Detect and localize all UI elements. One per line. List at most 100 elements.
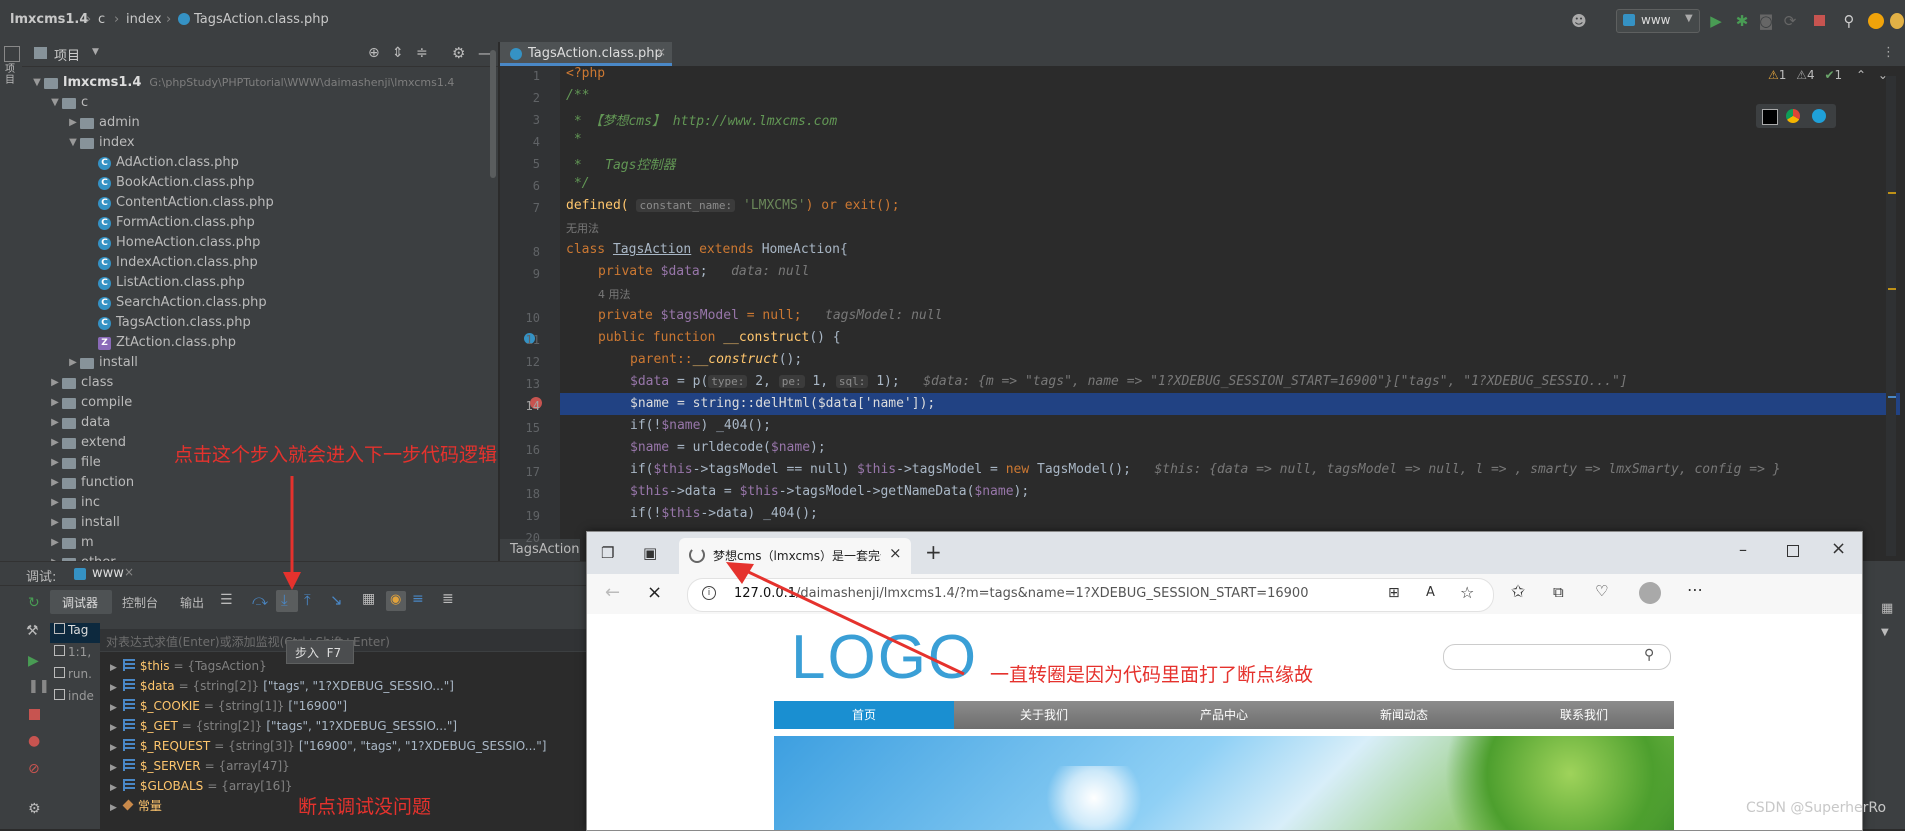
chevron-right-icon[interactable]: ▶ bbox=[110, 723, 117, 733]
variable-row[interactable]: ▶ $_SERVER = {array[47]} bbox=[110, 756, 294, 776]
chevron-right-icon[interactable]: ▶ bbox=[110, 683, 117, 693]
line-number[interactable]: 16 bbox=[500, 443, 540, 457]
line-number[interactable]: 20 bbox=[500, 531, 540, 545]
close-icon[interactable]: × bbox=[124, 565, 134, 579]
step-over-icon[interactable]: ⤼ bbox=[252, 591, 268, 609]
step-out-icon[interactable]: ⤒ bbox=[304, 591, 311, 609]
site-nav-item[interactable]: 联系我们 bbox=[1494, 701, 1674, 729]
coverage-icon[interactable]: ◙ bbox=[1755, 10, 1777, 32]
project-tool-icon[interactable] bbox=[4, 46, 20, 62]
site-nav-item[interactable]: 首页 bbox=[774, 701, 954, 729]
tree-item[interactable]: C TagsAction.class.php bbox=[84, 313, 251, 333]
variable-row[interactable]: ▶ $GLOBALS = {array[16]} bbox=[110, 776, 297, 796]
line-number[interactable]: 7 bbox=[500, 201, 540, 215]
avatar[interactable] bbox=[1639, 582, 1661, 604]
line-number[interactable]: 1 bbox=[500, 69, 540, 83]
debug-session-tab[interactable]: www bbox=[92, 566, 124, 581]
tree-item[interactable]: C ListAction.class.php bbox=[84, 273, 245, 293]
evaluate-icon[interactable]: ▦ bbox=[362, 591, 375, 607]
gear-icon[interactable]: ⚙ bbox=[452, 44, 465, 62]
close-icon[interactable]: × bbox=[656, 45, 666, 59]
tree-item[interactable]: Z ZtAction.class.php bbox=[84, 333, 236, 353]
tree-item[interactable]: ▶ function bbox=[48, 473, 134, 493]
read-aloud-icon[interactable]: A bbox=[1426, 585, 1435, 600]
tree-item[interactable]: ▶ install bbox=[66, 353, 138, 373]
usage-hint[interactable]: 无用法 bbox=[566, 220, 599, 236]
workspaces-icon[interactable]: ❐ bbox=[601, 544, 614, 562]
run-to-cursor-icon[interactable]: ↘ bbox=[330, 591, 343, 609]
variable-row[interactable]: ▶ $_GET = {string[2]} ["tags", "1?XDEBUG_SE… bbox=[110, 716, 457, 736]
wrench-icon[interactable]: ⚒ bbox=[26, 623, 39, 639]
layout-icon[interactable]: ▦ bbox=[1881, 601, 1893, 616]
inspection-widget[interactable]: ⚠1 ⚠4 ✔1 ⌃ ⌄ bbox=[1768, 68, 1888, 82]
tree-item[interactable]: C SearchAction.class.php bbox=[84, 293, 267, 313]
tab-actions-icon[interactable]: ▣ bbox=[643, 544, 657, 562]
favorites-icon[interactable]: ✩ bbox=[1511, 582, 1525, 602]
edge-icon[interactable] bbox=[1812, 109, 1826, 123]
chevron-right-icon[interactable]: ▶ bbox=[110, 783, 117, 793]
list-icon[interactable]: ≡ bbox=[412, 591, 424, 607]
rerun-icon[interactable]: ↻ bbox=[28, 595, 40, 611]
variable-row[interactable]: ▶ $_REQUEST = {string[3]} ["16900", "tags",… bbox=[110, 736, 546, 756]
chrome-icon[interactable] bbox=[1786, 109, 1800, 123]
line-number[interactable]: 19 bbox=[500, 509, 540, 523]
line-number[interactable]: 18 bbox=[500, 487, 540, 501]
search-icon[interactable]: ⚲ bbox=[1644, 647, 1654, 663]
phpstorm-icon[interactable] bbox=[1762, 109, 1778, 125]
menu-icon[interactable]: ☰ bbox=[220, 592, 233, 608]
resume-icon[interactable]: ▶ bbox=[28, 653, 39, 669]
site-search-input[interactable]: ⚲ bbox=[1443, 644, 1671, 670]
breadcrumb-index[interactable]: index bbox=[126, 12, 162, 27]
watch-toggle[interactable]: ◉ bbox=[386, 591, 406, 611]
site-nav-item[interactable]: 关于我们 bbox=[954, 701, 1134, 729]
maximize-icon[interactable] bbox=[1787, 545, 1799, 557]
line-number[interactable]: 17 bbox=[500, 465, 540, 479]
tree-item[interactable]: ▶ extend bbox=[48, 433, 126, 453]
pause-icon[interactable]: ❚❚ bbox=[28, 679, 50, 694]
tree-item[interactable]: C FormAction.class.php bbox=[84, 213, 255, 233]
line-number[interactable]: 2 bbox=[500, 91, 540, 105]
line-number[interactable]: 12 bbox=[500, 355, 540, 369]
chevron-down-icon[interactable]: ▼ bbox=[92, 47, 99, 57]
tab-tagsaction[interactable]: TagsAction.class.php × bbox=[500, 42, 672, 66]
line-number[interactable]: 15 bbox=[500, 421, 540, 435]
tree-item[interactable]: C IndexAction.class.php bbox=[84, 253, 258, 273]
tree-item[interactable]: C BookAction.class.php bbox=[84, 173, 254, 193]
tree-item[interactable]: ▶ inc bbox=[48, 493, 100, 513]
site-nav-item[interactable]: 产品中心 bbox=[1134, 701, 1314, 729]
chevron-right-icon[interactable]: ▶ bbox=[110, 703, 117, 713]
chevron-down-icon[interactable]: ▼ bbox=[1881, 627, 1889, 638]
tab-output[interactable]: 输出 bbox=[180, 594, 204, 611]
tree-item[interactable]: ▼ c bbox=[48, 93, 88, 113]
add-watch-icon[interactable]: ≣ bbox=[442, 591, 454, 607]
tree-item[interactable]: C AdAction.class.php bbox=[84, 153, 239, 173]
breadcrumb-file[interactable]: TagsAction.class.php bbox=[194, 12, 329, 27]
frame-item[interactable]: inde bbox=[50, 689, 100, 709]
tab-console[interactable]: 控制台 bbox=[122, 594, 158, 611]
breadcrumb-c[interactable]: c bbox=[98, 12, 105, 27]
collections-icon[interactable]: ⧉ bbox=[1553, 583, 1564, 601]
chevron-right-icon[interactable]: ▶ bbox=[110, 743, 117, 753]
profile-icon[interactable]: ⟳ bbox=[1779, 10, 1801, 32]
tree-item[interactable]: ▶ compile bbox=[48, 393, 132, 413]
line-number[interactable]: 4 bbox=[500, 135, 540, 149]
close-window-icon[interactable]: × bbox=[1831, 538, 1846, 559]
stop-icon[interactable] bbox=[1814, 15, 1825, 26]
view-breakpoints-icon[interactable]: ● bbox=[28, 733, 40, 749]
tree-item[interactable]: C HomeAction.class.php bbox=[84, 233, 260, 253]
variable-row[interactable]: ▶ $this = {TagsAction} bbox=[110, 656, 271, 676]
usage-hint[interactable]: 4 用法 bbox=[598, 286, 631, 302]
scrollbar[interactable] bbox=[490, 50, 496, 178]
app-available-icon[interactable]: ⊞ bbox=[1388, 585, 1400, 601]
tab-debugger[interactable]: 调试器 bbox=[50, 590, 112, 614]
step-into-button[interactable]: ⤓ bbox=[276, 590, 298, 612]
search-icon[interactable]: ⚲ bbox=[1838, 10, 1860, 32]
line-number[interactable]: 10 bbox=[500, 311, 540, 325]
collapse-all-icon[interactable]: ≑ bbox=[416, 45, 428, 61]
tree-item[interactable]: ▶ admin bbox=[66, 113, 140, 133]
run-config-select[interactable]: www ▼ bbox=[1616, 9, 1700, 33]
project-panel-title[interactable]: 项目 bbox=[54, 45, 80, 64]
back-icon[interactable]: ← bbox=[605, 582, 620, 603]
variable-row[interactable]: ▶ $_COOKIE = {string[1]} ["16900"] bbox=[110, 696, 347, 716]
tree-item[interactable]: ▶ class bbox=[48, 373, 113, 393]
